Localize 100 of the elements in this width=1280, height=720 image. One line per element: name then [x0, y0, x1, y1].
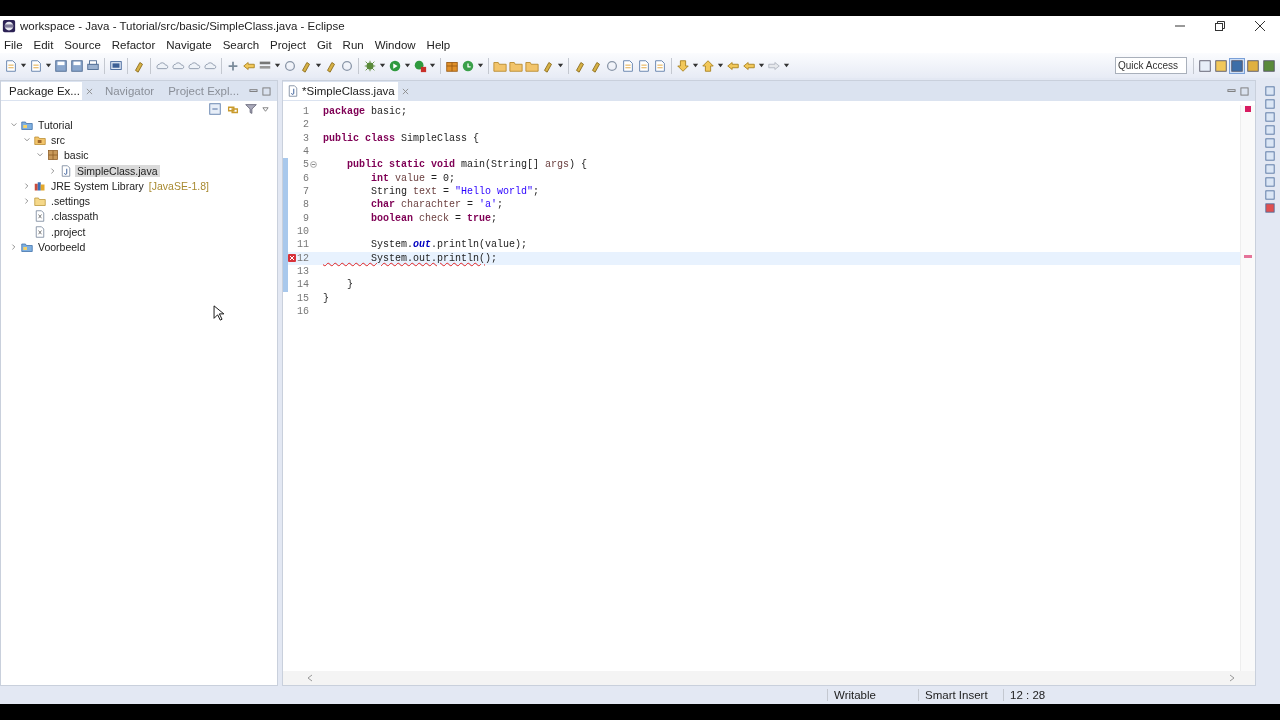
caret-icon[interactable] — [557, 62, 564, 69]
chevron-icon[interactable] — [10, 243, 18, 251]
tree-item-decoration: [JavaSE-1.8] — [148, 179, 209, 192]
package-icon — [47, 149, 59, 162]
caret-icon[interactable] — [45, 62, 52, 69]
line-number: 8 — [302, 199, 309, 211]
menu-item[interactable]: Refactor — [111, 38, 156, 51]
page-icon[interactable] — [653, 58, 667, 73]
project-folder-icon — [21, 241, 33, 253]
mouse-pointer-icon — [213, 305, 224, 321]
close-icon[interactable] — [1255, 21, 1265, 31]
java-file-icon — [287, 85, 299, 97]
menu-item[interactable]: File — [4, 38, 23, 51]
line-number: 16 — [297, 306, 309, 318]
line-number: 14 — [297, 279, 309, 291]
chevron-icon[interactable] — [23, 135, 31, 144]
caret-icon[interactable] — [379, 62, 386, 69]
chevron-icon[interactable] — [10, 120, 18, 129]
app-icon — [2, 19, 16, 33]
tree-item[interactable]: JRE System Library — [49, 179, 146, 192]
menu-item[interactable]: Window — [374, 38, 416, 51]
window-title: workspace - Java - Tutorial/src/basic/SimpleClass.java - Eclipse — [20, 20, 345, 32]
file-icon — [34, 210, 46, 223]
menu-item[interactable]: Edit — [33, 38, 54, 51]
line-number: 13 — [297, 266, 309, 278]
status-text: Writable — [827, 689, 918, 701]
tree-item[interactable]: .classpath — [49, 210, 101, 223]
line-number: 7 — [302, 186, 309, 198]
code-line: System.out.println(value); — [370, 239, 528, 251]
tree-item[interactable]: Tutorial — [36, 118, 75, 131]
menu-item[interactable]: Git — [316, 38, 332, 51]
chevron-icon[interactable] — [23, 181, 31, 190]
quick-access-field[interactable]: Quick Access — [1115, 57, 1187, 74]
code-line: public static void main(String[] args) { — [346, 159, 588, 171]
editor-tab[interactable]: *SimpleClass.java — [283, 82, 398, 100]
scroll-left-icon[interactable] — [307, 674, 313, 682]
tree-item[interactable]: src — [49, 133, 67, 146]
page-icon[interactable] — [637, 58, 651, 73]
scroll-right-icon[interactable] — [1229, 674, 1235, 682]
caret-icon[interactable] — [477, 62, 484, 69]
code-line: public class SimpleClass { — [323, 132, 480, 144]
caret-icon[interactable] — [783, 62, 790, 69]
collapse-icon[interactable] — [310, 161, 317, 169]
page-icon[interactable] — [621, 58, 635, 73]
tree-item[interactable]: Voorbeeld — [36, 241, 88, 253]
line-number: 15 — [297, 292, 309, 304]
arrow-icon[interactable] — [242, 58, 256, 73]
line-number: 1 — [302, 106, 309, 118]
caret-icon[interactable] — [315, 62, 322, 69]
code-line: String text = "Hello world"; — [370, 186, 540, 198]
books-icon — [34, 179, 46, 192]
code-line: int value = 0; — [370, 172, 456, 184]
caret-icon[interactable] — [404, 62, 411, 69]
run-icon[interactable] — [413, 58, 427, 73]
tree-item[interactable]: basic — [62, 149, 91, 162]
file-icon — [34, 225, 46, 238]
source-folder-icon — [34, 133, 46, 146]
console-icon[interactable] — [109, 58, 123, 73]
caret-icon[interactable] — [429, 62, 436, 69]
java-file-icon — [60, 164, 72, 177]
code-line: char charachter = 'a'; — [370, 199, 504, 211]
caret-icon[interactable] — [717, 62, 724, 69]
chevron-icon[interactable] — [49, 166, 57, 175]
error-marker-icon[interactable] — [1244, 255, 1252, 258]
menu-item[interactable]: Project — [270, 38, 306, 51]
menu-item[interactable]: Help — [426, 38, 451, 51]
menu-item[interactable]: Run — [342, 38, 364, 51]
menu-item[interactable]: Search — [222, 38, 260, 51]
code-line: } — [323, 292, 329, 304]
tree-item[interactable]: .project — [49, 225, 88, 238]
code-line: } — [346, 279, 353, 291]
collapse-all-icon[interactable] — [208, 102, 222, 116]
line-number: 9 — [302, 212, 309, 224]
caret-icon[interactable] — [692, 62, 699, 69]
line-number: 2 — [302, 119, 309, 131]
print-icon[interactable] — [86, 58, 100, 73]
menu-item[interactable]: Source — [64, 38, 101, 51]
tree-item[interactable]: SimpleClass.java — [75, 164, 160, 177]
tree-item[interactable]: .settings — [49, 195, 93, 208]
cursor-position: 12 : 28 — [1003, 689, 1090, 701]
caret-icon[interactable] — [274, 62, 281, 69]
maximize-icon[interactable] — [1240, 86, 1249, 96]
code-line: boolean check = true; — [370, 212, 498, 224]
error-marker-icon[interactable] — [1245, 106, 1251, 112]
maximize-icon[interactable] — [262, 86, 271, 96]
line-number: 4 — [302, 146, 309, 158]
caret-icon[interactable] — [20, 62, 27, 69]
status-text: Smart Insert — [918, 689, 1003, 701]
code-line: package basic; — [323, 106, 408, 118]
chevron-icon[interactable] — [23, 197, 31, 206]
line-number: 11 — [297, 239, 309, 251]
line-number: 10 — [297, 226, 309, 238]
line-number: 5 — [302, 159, 309, 171]
save-icon[interactable] — [70, 58, 84, 73]
view-tab[interactable]: Package Ex... — [1, 82, 82, 100]
caret-icon[interactable] — [758, 62, 765, 69]
folder-icon — [34, 195, 46, 208]
menu-item[interactable]: Navigate — [166, 38, 212, 51]
project-folder-icon — [21, 118, 33, 131]
line-number: 6 — [302, 172, 309, 184]
